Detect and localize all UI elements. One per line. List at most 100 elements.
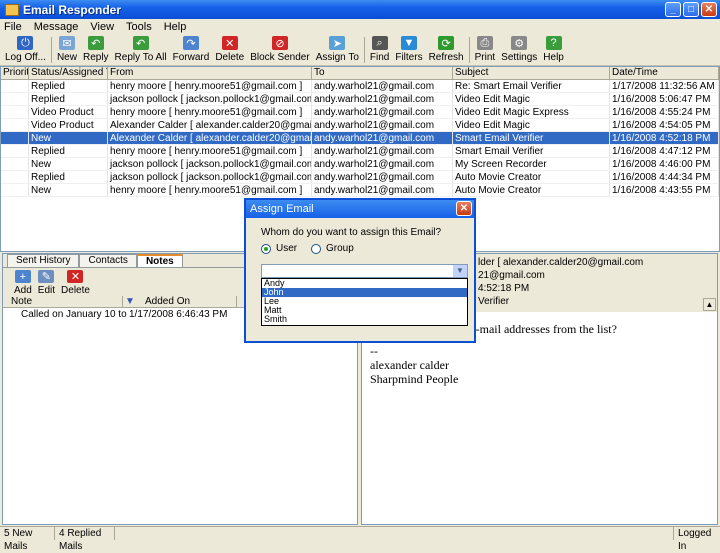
- col-status[interactable]: Status/Assigned To: [29, 67, 108, 79]
- col-date[interactable]: Date/Time: [610, 67, 719, 79]
- dropdown-option[interactable]: John: [262, 288, 467, 297]
- toolbar-label: Delete: [215, 52, 245, 63]
- dropdown-option[interactable]: Andy: [262, 279, 467, 288]
- table-row[interactable]: Replied henry moore [ henry.moore51@gmail…: [1, 80, 719, 93]
- table-row[interactable]: Replied jackson pollock [ jackson.pollock…: [1, 171, 719, 184]
- menu-help[interactable]: Help: [164, 21, 187, 33]
- radio-group-dot[interactable]: [311, 243, 321, 254]
- find-button[interactable]: ⌕ Find: [367, 34, 392, 65]
- dropdown-arrow-icon[interactable]: ▼: [453, 265, 467, 277]
- cell-priority: [1, 158, 29, 170]
- assign-to-button[interactable]: ➤ Assign To: [313, 34, 362, 65]
- cell-date: 1/16/2008 4:46:00 PM: [610, 158, 719, 170]
- scroll-up-button[interactable]: ▲: [703, 298, 716, 311]
- menu-view[interactable]: View: [90, 21, 114, 33]
- help-button[interactable]: ? Help: [540, 34, 567, 65]
- tab-notes[interactable]: Notes: [136, 254, 183, 267]
- radio-group[interactable]: Group: [311, 243, 354, 254]
- cell-to: andy.warhol21@gmail.com: [312, 132, 453, 144]
- dropdown-option[interactable]: Lee: [262, 297, 467, 306]
- print-icon: ⎙: [476, 36, 493, 50]
- cell-subject: Video Edit Magic: [453, 93, 610, 105]
- toolbar-separator: [50, 37, 52, 63]
- cell-to: andy.warhol21@gmail.com: [312, 119, 453, 131]
- table-row[interactable]: Video Product Alexander Calder [ alexande…: [1, 119, 719, 132]
- cell-to: andy.warhol21@gmail.com: [312, 184, 453, 196]
- minimize-button[interactable]: _: [665, 2, 681, 17]
- menu-tools[interactable]: Tools: [126, 21, 152, 33]
- table-row[interactable]: New henry moore [ henry.moore51@gmail.com…: [1, 184, 719, 197]
- delete-note-button[interactable]: ✕ Delete: [58, 268, 93, 296]
- tab-contacts[interactable]: Contacts: [79, 254, 137, 267]
- toolbar-label: New: [56, 52, 77, 63]
- col-subject[interactable]: Subject: [453, 67, 610, 79]
- col-from[interactable]: From: [108, 67, 312, 79]
- sig-company: Sharpmind People: [370, 372, 459, 386]
- table-row[interactable]: Replied jackson pollock [ jackson.pollock…: [1, 93, 719, 106]
- log-off-button[interactable]: ⏻ Log Off...: [2, 34, 49, 65]
- cell-date: 1/16/2008 5:06:47 PM: [610, 93, 719, 105]
- col-added-on[interactable]: Added On: [137, 296, 237, 307]
- assignee-combobox[interactable]: ▼: [261, 264, 468, 278]
- maximize-button[interactable]: □: [683, 2, 699, 17]
- reply-all-icon: ↶: [132, 36, 149, 50]
- cell-from: jackson pollock [ jackson.pollock1@gmail…: [110, 93, 312, 105]
- preview-to: 21@gmail.com: [478, 270, 545, 281]
- cell-status: Replied: [29, 145, 108, 157]
- reply-button[interactable]: ↶ Reply: [80, 34, 112, 65]
- menu-message[interactable]: Message: [34, 21, 79, 33]
- table-row[interactable]: New Alexander Calder [ alexander.calder20…: [1, 132, 719, 145]
- dropdown-option[interactable]: Smith: [262, 315, 467, 324]
- sort-down-icon: ▼: [125, 296, 135, 307]
- cell-status: New: [29, 158, 108, 170]
- cell-status: Replied: [29, 80, 108, 92]
- table-row[interactable]: Replied henry moore [ henry.moore51@gmail…: [1, 145, 719, 158]
- filters-button[interactable]: ▼ Filters: [392, 34, 425, 65]
- cell-from: Alexander Calder [ alexander.calder20@gm…: [110, 132, 312, 144]
- cell-subject: Smart Email Verifier: [453, 145, 610, 157]
- dialog-title: Assign Email: [246, 200, 474, 218]
- cell-subject: Video Edit Magic: [453, 119, 610, 131]
- toolbar-label: Reply: [82, 52, 109, 63]
- forward-button[interactable]: ↷ Forward: [170, 34, 213, 65]
- radio-user-dot[interactable]: [261, 243, 271, 254]
- find-icon: ⌕: [371, 36, 388, 50]
- edit-note-button[interactable]: ✎ Edit: [35, 268, 58, 296]
- delete-button[interactable]: ✕ Delete: [212, 34, 247, 65]
- new-icon: ✉: [58, 36, 75, 50]
- cell-to: andy.warhol21@gmail.com: [312, 106, 453, 118]
- refresh-button[interactable]: ⟳ Refresh: [426, 34, 467, 65]
- app-icon: [5, 3, 19, 16]
- assign-icon: ➤: [329, 36, 346, 50]
- cell-date: 1/16/2008 4:55:24 PM: [610, 106, 719, 118]
- menu-bar: File Message View Tools Help: [0, 19, 720, 34]
- block-sender-button[interactable]: ⊘ Block Sender: [247, 34, 312, 65]
- close-button[interactable]: ✕: [701, 2, 717, 17]
- sig-name: alexander calder: [370, 358, 449, 372]
- delete-icon: ✕: [221, 36, 238, 50]
- radio-user[interactable]: User: [261, 243, 297, 254]
- tab-sent-history[interactable]: Sent History: [7, 254, 80, 267]
- col-priority[interactable]: Priority: [1, 67, 29, 79]
- col-to[interactable]: To: [312, 67, 453, 79]
- menu-file[interactable]: File: [4, 21, 22, 33]
- cell-status: Replied: [29, 171, 108, 183]
- toolbar-label: Print: [474, 52, 496, 63]
- cell-priority: [1, 132, 29, 144]
- new-button[interactable]: ✉ New: [54, 34, 80, 65]
- dialog-question: Whom do you want to assign this Email?: [261, 227, 442, 238]
- col-note[interactable]: Note: [3, 296, 123, 307]
- dialog-close-button[interactable]: ✕: [456, 201, 472, 216]
- dropdown-option[interactable]: Matt: [262, 306, 467, 315]
- cell-priority: [1, 119, 29, 131]
- table-row[interactable]: New jackson pollock [ jackson.pollock1@gm…: [1, 158, 719, 171]
- cell-date: 1/16/2008 4:52:18 PM: [610, 132, 719, 144]
- reply-to-all-button[interactable]: ↶ Reply To All: [112, 34, 170, 65]
- settings-button[interactable]: ⚙ Settings: [498, 34, 540, 65]
- add-note-button[interactable]: + Add: [11, 268, 35, 296]
- cell-from: henry moore [ henry.moore51@gmail.com ]: [108, 106, 312, 118]
- window-title: Email Responder: [23, 2, 122, 17]
- print-button[interactable]: ⎙ Print: [472, 34, 499, 65]
- table-row[interactable]: Video Product henry moore [ henry.moore51…: [1, 106, 719, 119]
- toolbar-label: Log Off...: [5, 52, 46, 63]
